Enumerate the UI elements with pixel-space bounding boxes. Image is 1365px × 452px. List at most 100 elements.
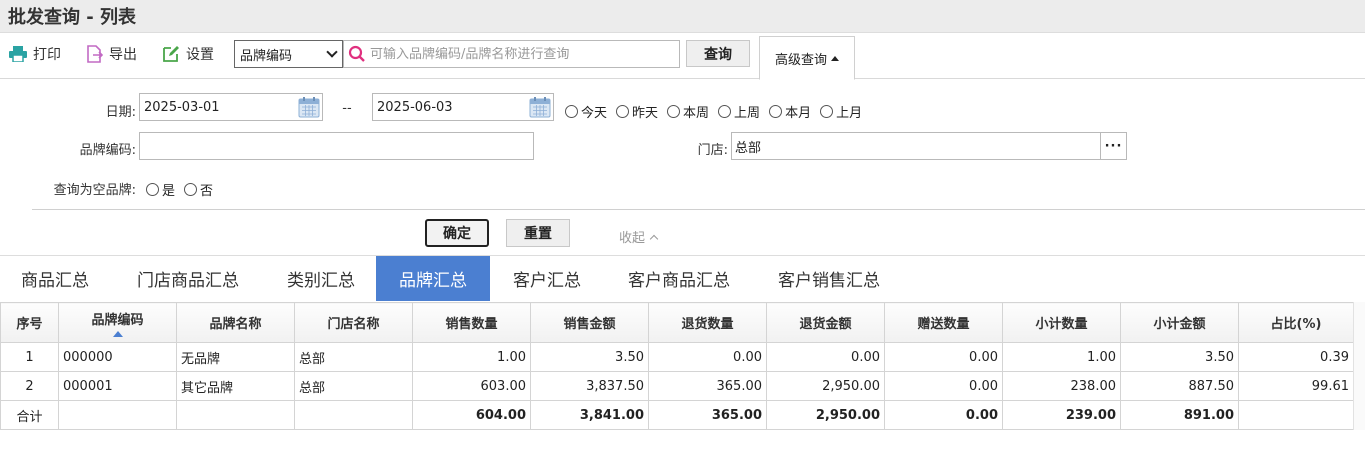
radio-label: 本月 bbox=[785, 106, 812, 121]
title-bar: 批发查询 - 列表 bbox=[0, 0, 1365, 33]
store-value: 总部 bbox=[735, 140, 762, 156]
summary-tabs: 商品汇总 门店商品汇总 类别汇总 品牌汇总 客户汇总 客户商品汇总 客户销售汇总 bbox=[0, 255, 1365, 301]
table-cell bbox=[294, 400, 413, 430]
search-input[interactable] bbox=[370, 46, 670, 62]
total-cell: 3,841.00 bbox=[530, 400, 649, 430]
table-cell: 99.61 bbox=[1238, 371, 1354, 401]
date-from-input[interactable]: 2025-03-01 bbox=[139, 93, 323, 121]
column-header[interactable]: 序号 bbox=[0, 302, 59, 343]
store-input[interactable]: 总部 ··· bbox=[731, 132, 1127, 160]
collapse-label: 收起 bbox=[619, 231, 646, 246]
radio-yes[interactable]: 是 bbox=[146, 180, 175, 199]
tab-brand-summary[interactable]: 品牌汇总 bbox=[376, 256, 490, 301]
table-scrollbar[interactable] bbox=[1353, 302, 1365, 430]
confirm-button[interactable]: 确定 bbox=[425, 219, 489, 247]
empty-brand-group: 是 否 bbox=[146, 180, 222, 199]
empty-brand-label: 查询为空品牌: bbox=[53, 183, 136, 198]
column-header[interactable]: 销售数量 bbox=[412, 302, 531, 343]
export-label: 导出 bbox=[109, 47, 137, 63]
table-row[interactable]: 1 000000 无品牌 总部 1.00 3.50 0.00 0.00 0.00… bbox=[0, 342, 1354, 372]
radio-label: 昨天 bbox=[632, 106, 659, 121]
column-header[interactable]: 退货金额 bbox=[766, 302, 885, 343]
column-header[interactable]: 小计金额 bbox=[1120, 302, 1239, 343]
radio-this-week[interactable]: 本周 bbox=[667, 102, 709, 121]
radio-circle bbox=[718, 105, 732, 118]
radio-yesterday[interactable]: 昨天 bbox=[616, 102, 658, 121]
radio-label: 本周 bbox=[683, 106, 710, 121]
tab-category-summary[interactable]: 类别汇总 bbox=[266, 256, 376, 301]
panel-divider bbox=[32, 209, 1365, 210]
table-cell: 3.50 bbox=[1120, 342, 1239, 372]
store-label: 门店: bbox=[697, 143, 728, 158]
table-total-row: 合计 604.00 3,841.00 365.00 2,950.00 0.00 … bbox=[0, 400, 1354, 430]
table-cell: 000000 bbox=[58, 342, 177, 372]
column-header[interactable]: 占比(%) bbox=[1238, 302, 1354, 343]
export-button[interactable]: 导出 bbox=[87, 43, 137, 65]
table-cell: 887.50 bbox=[1120, 371, 1239, 401]
calendar-icon bbox=[529, 97, 551, 118]
total-cell: 604.00 bbox=[412, 400, 531, 430]
total-cell: 365.00 bbox=[648, 400, 767, 430]
chevron-up-icon bbox=[649, 234, 659, 243]
printer-icon bbox=[9, 46, 27, 62]
table-cell: 总部 bbox=[294, 371, 413, 401]
print-button[interactable]: 打印 bbox=[9, 43, 61, 65]
table-cell: 其它品牌 bbox=[176, 371, 295, 401]
column-header[interactable]: 品牌名称 bbox=[176, 302, 295, 343]
tab-customer-sales-summary[interactable]: 客户销售汇总 bbox=[754, 256, 904, 301]
tab-product-summary[interactable]: 商品汇总 bbox=[0, 256, 110, 301]
tab-customer-product-summary[interactable]: 客户商品汇总 bbox=[604, 256, 754, 301]
column-header[interactable]: 小计数量 bbox=[1002, 302, 1121, 343]
table-row[interactable]: 2 000001 其它品牌 总部 603.00 3,837.50 365.00 … bbox=[0, 371, 1354, 401]
column-header[interactable]: 销售金额 bbox=[530, 302, 649, 343]
query-button[interactable]: 查询 bbox=[686, 40, 750, 67]
search-field-value: 品牌编码 bbox=[240, 48, 293, 64]
table-cell: 3,837.50 bbox=[530, 371, 649, 401]
total-cell: 0.00 bbox=[884, 400, 1003, 430]
total-label: 合计 bbox=[0, 400, 59, 430]
radio-no[interactable]: 否 bbox=[184, 180, 213, 199]
export-icon bbox=[87, 45, 103, 63]
radio-last-week[interactable]: 上周 bbox=[718, 102, 760, 121]
collapse-toggle[interactable]: 收起 bbox=[619, 227, 659, 246]
search-icon bbox=[348, 45, 365, 62]
radio-this-month[interactable]: 本月 bbox=[769, 102, 811, 121]
table-cell: 1.00 bbox=[1002, 342, 1121, 372]
table-cell: 365.00 bbox=[648, 371, 767, 401]
table-header-row: 序号 品牌编码 品牌名称 门店名称 销售数量 销售金额 退货数量 退货金额 赠送… bbox=[0, 302, 1354, 343]
calendar-icon bbox=[298, 97, 320, 118]
radio-circle bbox=[565, 105, 578, 118]
date-separator: -- bbox=[342, 101, 352, 116]
radio-last-month[interactable]: 上月 bbox=[820, 102, 862, 121]
table-cell: 000001 bbox=[58, 371, 177, 401]
table-cell: 0.00 bbox=[884, 371, 1003, 401]
column-header[interactable]: 门店名称 bbox=[294, 302, 413, 343]
radio-circle bbox=[667, 105, 681, 118]
column-header[interactable]: 退货数量 bbox=[648, 302, 767, 343]
advanced-query-tab[interactable]: 高级查询 bbox=[759, 36, 855, 80]
radio-circle bbox=[146, 183, 159, 196]
column-header-sorted[interactable]: 品牌编码 bbox=[58, 302, 177, 343]
store-picker-button[interactable]: ··· bbox=[1100, 133, 1126, 159]
column-header[interactable]: 赠送数量 bbox=[884, 302, 1003, 343]
caret-up-icon bbox=[831, 55, 839, 61]
toolbar: 打印 导出 设置 品牌编码 查询 高级查询 bbox=[0, 33, 1365, 80]
chevron-down-icon bbox=[326, 46, 338, 58]
reset-button[interactable]: 重置 bbox=[506, 219, 570, 247]
radio-today[interactable]: 今天 bbox=[565, 102, 607, 121]
advanced-query-panel: 日期: 2025-03-01 -- 2025-06-03 今天 昨天 本周 上周… bbox=[0, 79, 1365, 255]
table-cell: 3.50 bbox=[530, 342, 649, 372]
date-to-input[interactable]: 2025-06-03 bbox=[372, 93, 554, 121]
total-cell: 2,950.00 bbox=[766, 400, 885, 430]
radio-label: 上月 bbox=[836, 106, 863, 121]
table-cell bbox=[58, 400, 177, 430]
tab-customer-summary[interactable]: 客户汇总 bbox=[490, 256, 604, 301]
table-cell: 总部 bbox=[294, 342, 413, 372]
brand-code-input[interactable] bbox=[139, 132, 534, 160]
tab-store-product-summary[interactable]: 门店商品汇总 bbox=[110, 256, 266, 301]
radio-label: 今天 bbox=[581, 106, 608, 121]
settings-button[interactable]: 设置 bbox=[162, 43, 214, 65]
quick-range-group: 今天 昨天 本周 上周 本月 上月 bbox=[565, 102, 871, 121]
search-field-select[interactable]: 品牌编码 bbox=[234, 40, 343, 68]
table-cell: 0.00 bbox=[648, 342, 767, 372]
